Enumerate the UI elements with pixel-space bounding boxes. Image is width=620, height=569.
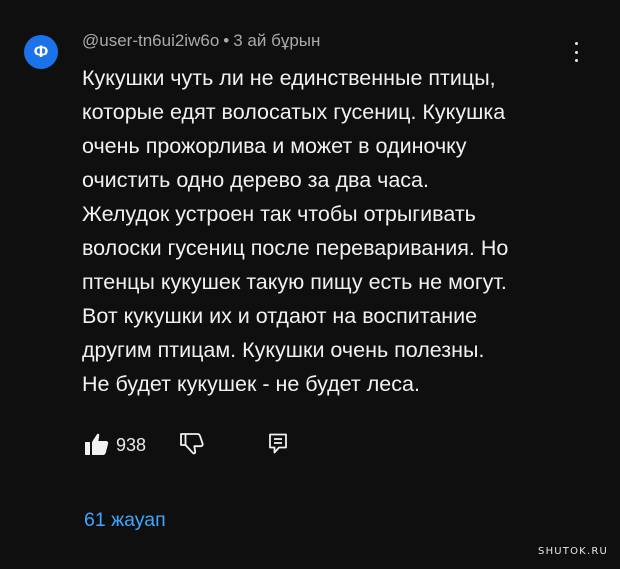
thumbs-down-icon[interactable] — [180, 433, 204, 455]
thumbs-up-icon[interactable] — [85, 433, 109, 455]
comment-text: Кукушки чуть ли не единственные птицы, к… — [82, 61, 582, 401]
avatar[interactable]: Ф — [24, 35, 58, 69]
comment-line: другим птицам. Кукушки очень полезны. — [82, 338, 485, 362]
comment-timestamp[interactable]: 3 ай бұрын — [233, 31, 320, 50]
comment-line: Желудок устроен так чтобы отрыгивать — [82, 202, 476, 226]
comment-line: очень прожорлива и может в одиночку — [82, 134, 467, 158]
comment-line: птенцы кукушек такую пищу есть не могут. — [82, 270, 507, 294]
comment-line: Вот кукушки их и отдают на воспитание — [82, 304, 478, 328]
comment-line: Кукушки чуть ли не единственные птицы, — [82, 66, 496, 90]
reply-icon[interactable] — [268, 433, 288, 455]
comment-line: Не будет кукушек - не будет леса. — [82, 372, 420, 396]
comment-line: очистить одно дерево за два часа. — [82, 168, 429, 192]
more-vert-icon[interactable] — [568, 42, 584, 62]
watermark: SHUTOK.RU — [538, 546, 608, 557]
kebab-dot — [574, 50, 578, 54]
comment-meta: @user-tn6ui2iw6o • 3 ай бұрын — [82, 31, 320, 51]
comment-line: волоски гусениц после переваривания. Но — [82, 236, 509, 260]
kebab-dot — [574, 42, 578, 45]
comment-line: которые едят волосатых гусениц. Кукушка — [82, 100, 506, 124]
like-count: 938 — [116, 435, 147, 455]
meta-separator: • — [223, 31, 230, 50]
view-replies-button[interactable]: 61 жауап — [84, 509, 166, 532]
author-handle[interactable]: @user-tn6ui2iw6o — [82, 31, 219, 50]
